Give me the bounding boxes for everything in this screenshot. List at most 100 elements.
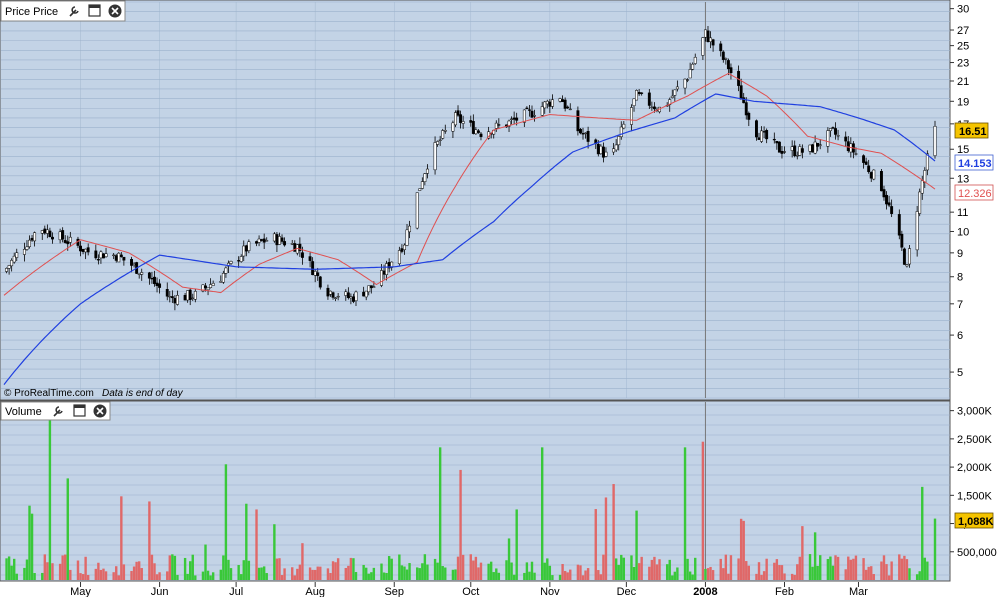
candle-body xyxy=(647,92,651,106)
volume-bar xyxy=(665,564,669,580)
volume-bar xyxy=(472,560,475,580)
volume-bar xyxy=(862,558,865,580)
volume-bar xyxy=(46,562,49,580)
candle-body xyxy=(869,172,873,179)
candle-body xyxy=(79,245,82,252)
volume-bar xyxy=(915,574,919,580)
window-icon[interactable] xyxy=(73,404,86,417)
candle-body xyxy=(183,294,187,301)
candle-body xyxy=(7,265,11,269)
candle-body xyxy=(153,276,156,285)
volume-bar xyxy=(918,571,921,580)
volume-bar xyxy=(908,568,911,580)
price-tick-label: 23 xyxy=(957,58,969,70)
volume-bar xyxy=(673,571,677,580)
volume-bar xyxy=(416,567,419,580)
volume-bar xyxy=(581,575,585,580)
candle-body xyxy=(920,180,924,194)
volume-bar xyxy=(793,574,796,580)
volume-bar xyxy=(816,565,819,580)
volume-bar xyxy=(528,571,531,580)
volume-bar xyxy=(632,566,636,580)
candle-body xyxy=(762,131,766,133)
volume-bar xyxy=(762,571,766,580)
volume-bar xyxy=(326,568,330,580)
volume-bar xyxy=(370,572,373,580)
candle-body xyxy=(816,142,820,147)
volume-bar xyxy=(275,558,279,580)
candle-body xyxy=(239,256,243,262)
candle-body xyxy=(604,151,608,157)
price-panel-title: Price Price xyxy=(5,6,58,18)
candle-body xyxy=(420,181,424,189)
volume-bar xyxy=(104,571,108,580)
price-tick-label: 10 xyxy=(957,226,969,238)
volume-bar xyxy=(729,555,733,580)
volume-bar xyxy=(798,556,802,580)
candle-body xyxy=(408,225,412,233)
candle-body xyxy=(436,141,440,145)
close-icon[interactable] xyxy=(108,4,122,18)
volume-bar xyxy=(456,556,460,580)
candle-body xyxy=(471,121,475,134)
volume-bar xyxy=(403,566,406,580)
last-volume-value: 1,088K xyxy=(958,516,994,528)
candle-body xyxy=(527,109,531,111)
volume-bar xyxy=(186,573,189,580)
candle-body xyxy=(905,264,909,267)
candle-body xyxy=(545,100,549,105)
volume-bar xyxy=(64,554,67,580)
candle-body xyxy=(451,122,455,132)
candle-body xyxy=(25,246,29,250)
candle-body xyxy=(423,173,427,182)
candle-body xyxy=(351,296,355,302)
last-price-badge: 16.51 xyxy=(954,122,989,139)
candle-body xyxy=(168,296,172,298)
candle-body xyxy=(260,239,264,241)
candle-body xyxy=(887,202,891,206)
price-tick-label: 30 xyxy=(957,4,969,16)
volume-bar xyxy=(724,554,728,580)
volume-bar xyxy=(523,572,526,580)
volume-bar xyxy=(41,572,44,580)
candle-body xyxy=(599,145,603,154)
volume-bar xyxy=(48,416,52,580)
close-icon[interactable] xyxy=(93,404,107,418)
candle-body xyxy=(10,260,14,267)
candle-body xyxy=(454,112,457,126)
volume-bar xyxy=(444,567,447,580)
volume-bar xyxy=(76,560,80,580)
volume-bar xyxy=(390,558,393,580)
candle-body xyxy=(132,263,136,266)
volume-bar xyxy=(880,561,883,580)
x-tick-label: May xyxy=(70,586,91,597)
candle-body xyxy=(211,283,215,286)
volume-bar xyxy=(831,565,835,580)
candle-body xyxy=(15,252,19,258)
candle-body xyxy=(619,126,623,137)
candle-body xyxy=(497,124,501,126)
candle-body xyxy=(688,69,692,79)
volume-bar xyxy=(86,574,90,580)
candle-body xyxy=(617,136,621,146)
volume-bar xyxy=(836,556,840,580)
volume-bar xyxy=(367,573,370,580)
candle-body xyxy=(637,92,641,95)
candle-body xyxy=(354,291,358,302)
window-icon[interactable] xyxy=(88,4,101,17)
volume-tick-label: 1,500K xyxy=(957,490,993,502)
volume-bar xyxy=(301,543,304,580)
volume-bar xyxy=(298,564,302,580)
volume-bar xyxy=(612,484,615,580)
candle-body xyxy=(724,58,728,60)
volume-bar xyxy=(364,567,368,580)
volume-bar xyxy=(900,558,904,580)
candle-body xyxy=(22,248,26,255)
candle-body xyxy=(104,253,108,257)
candle-body xyxy=(265,240,269,242)
volume-bar xyxy=(171,554,174,580)
volume-bar xyxy=(597,570,600,580)
x-tick-label: Oct xyxy=(462,586,479,597)
volume-bar xyxy=(15,573,18,580)
candle-body xyxy=(933,125,937,156)
